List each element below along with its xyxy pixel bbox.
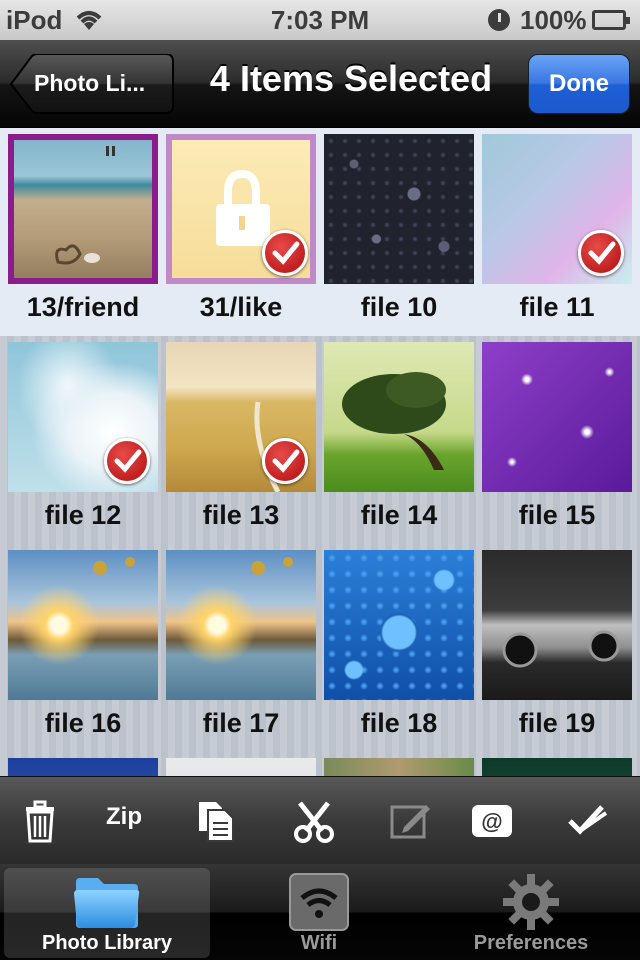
grid-row: 13/friend 31/like file 10 file 11 (0, 128, 640, 336)
photo-thumbnail-partial[interactable] (324, 758, 474, 776)
battery-percentage: 100% (520, 5, 587, 35)
car-drawing (502, 630, 620, 668)
photo-item[interactable]: file 13 (158, 336, 316, 536)
photo-thumbnail-sunset-island[interactable] (166, 550, 316, 700)
photo-item[interactable]: 13/friend (0, 128, 158, 328)
photo-item[interactable]: file 14 (316, 336, 474, 536)
tab-photo-library[interactable]: Photo Library (4, 868, 210, 958)
photo-label: 13/friend (26, 292, 140, 322)
action-toolbar: Zip @ (0, 776, 640, 864)
grid-row-partial (0, 752, 640, 776)
photo-item[interactable]: file 16 (0, 544, 158, 744)
photo-thumbnail-pastel-light[interactable] (482, 134, 632, 284)
grid-row: file 16 file 17 file 18 file 19 (0, 544, 640, 752)
checkmark-icon (578, 230, 624, 276)
tab-bar: Photo Library Wifi Preferences (0, 864, 640, 960)
page-title: 4 Items Selected (209, 58, 493, 99)
photo-label: 31/like (199, 292, 283, 322)
scissors-icon[interactable] (288, 795, 340, 847)
done-button[interactable]: Done (528, 54, 630, 114)
grid-row: file 12 file 13 file 14 file 15 (0, 336, 640, 544)
photo-item[interactable]: file 12 (0, 336, 158, 536)
tab-label: Photo Library (41, 932, 172, 954)
photo-grid[interactable]: 13/friend 31/like file 10 file 11 file 1… (0, 128, 640, 776)
photo-thumbnail-wheat-field[interactable] (166, 342, 316, 492)
photo-label: file 17 (202, 708, 280, 738)
status-bar: iPod 7:03 PM 100% (0, 0, 640, 40)
wifi-icon (288, 872, 350, 937)
photo-thumbnail-sports-car[interactable] (482, 550, 632, 700)
photo-label: file 18 (360, 708, 438, 738)
copy-icon[interactable] (190, 795, 242, 847)
battery-icon (592, 10, 630, 30)
email-icon[interactable]: @ (466, 795, 518, 847)
photo-item[interactable]: file 15 (474, 336, 632, 536)
photo-thumbnail-clouds[interactable] (8, 342, 158, 492)
photo-label: file 13 (202, 500, 280, 530)
tab-preferences[interactable]: Preferences (428, 868, 634, 958)
orientation-lock-icon (488, 9, 510, 31)
photo-thumbnail-partial[interactable] (482, 758, 632, 776)
tab-label: Wifi (300, 932, 338, 954)
photo-thumbnail-partial[interactable] (8, 758, 158, 776)
folder-icon (72, 872, 142, 935)
photo-thumbnail-partial[interactable] (166, 758, 316, 776)
photo-item[interactable]: file 17 (158, 544, 316, 744)
photo-label: file 14 (360, 500, 438, 530)
checkmark-icon (262, 438, 308, 484)
photo-thumbnail-sunset-island[interactable] (8, 550, 158, 700)
photo-thumbnail-water-drops-dark[interactable] (324, 134, 474, 284)
edit-icon[interactable] (384, 795, 436, 847)
checkmark-icon (262, 230, 308, 276)
photo-label: file 12 (44, 500, 122, 530)
tab-wifi[interactable]: Wifi (216, 868, 422, 958)
photo-label: file 19 (518, 708, 596, 738)
photo-label: file 15 (518, 500, 596, 530)
photo-item[interactable]: file 11 (474, 128, 632, 328)
tree-drawing (342, 372, 446, 470)
trash-icon[interactable] (14, 795, 66, 847)
photo-item[interactable]: file 19 (474, 544, 632, 744)
zip-label: Zip (106, 803, 142, 830)
photo-label: file 16 (44, 708, 122, 738)
photo-thumbnail-tree[interactable] (324, 342, 474, 492)
photo-label: file 10 (360, 292, 438, 322)
heart-sand-drawing (55, 146, 115, 265)
svg-text:@: @ (481, 809, 502, 834)
back-button-label: Photo Li... (34, 70, 146, 96)
photo-thumbnail-beach[interactable] (8, 134, 158, 284)
checkmark-icon (104, 438, 150, 484)
photo-thumbnail-locked[interactable] (166, 134, 316, 284)
photo-item[interactable]: file 10 (316, 128, 474, 328)
photo-thumbnail-blue-water-drops[interactable] (324, 550, 474, 700)
navigation-bar: Photo Li... 4 Items Selected Done (0, 40, 640, 128)
balloon-drawing (93, 557, 135, 575)
select-all-icon[interactable] (562, 795, 614, 847)
photo-label: file 11 (519, 292, 595, 322)
photo-thumbnail-purple-sparkles[interactable] (482, 342, 632, 492)
photo-item[interactable]: 31/like (158, 128, 316, 328)
back-button[interactable]: Photo Li... (10, 54, 174, 114)
zip-icon[interactable]: Zip (98, 791, 150, 843)
gear-icon (501, 872, 561, 937)
photo-item[interactable]: file 18 (316, 544, 474, 744)
tab-label: Preferences (473, 932, 589, 954)
balloon-drawing (251, 557, 293, 575)
